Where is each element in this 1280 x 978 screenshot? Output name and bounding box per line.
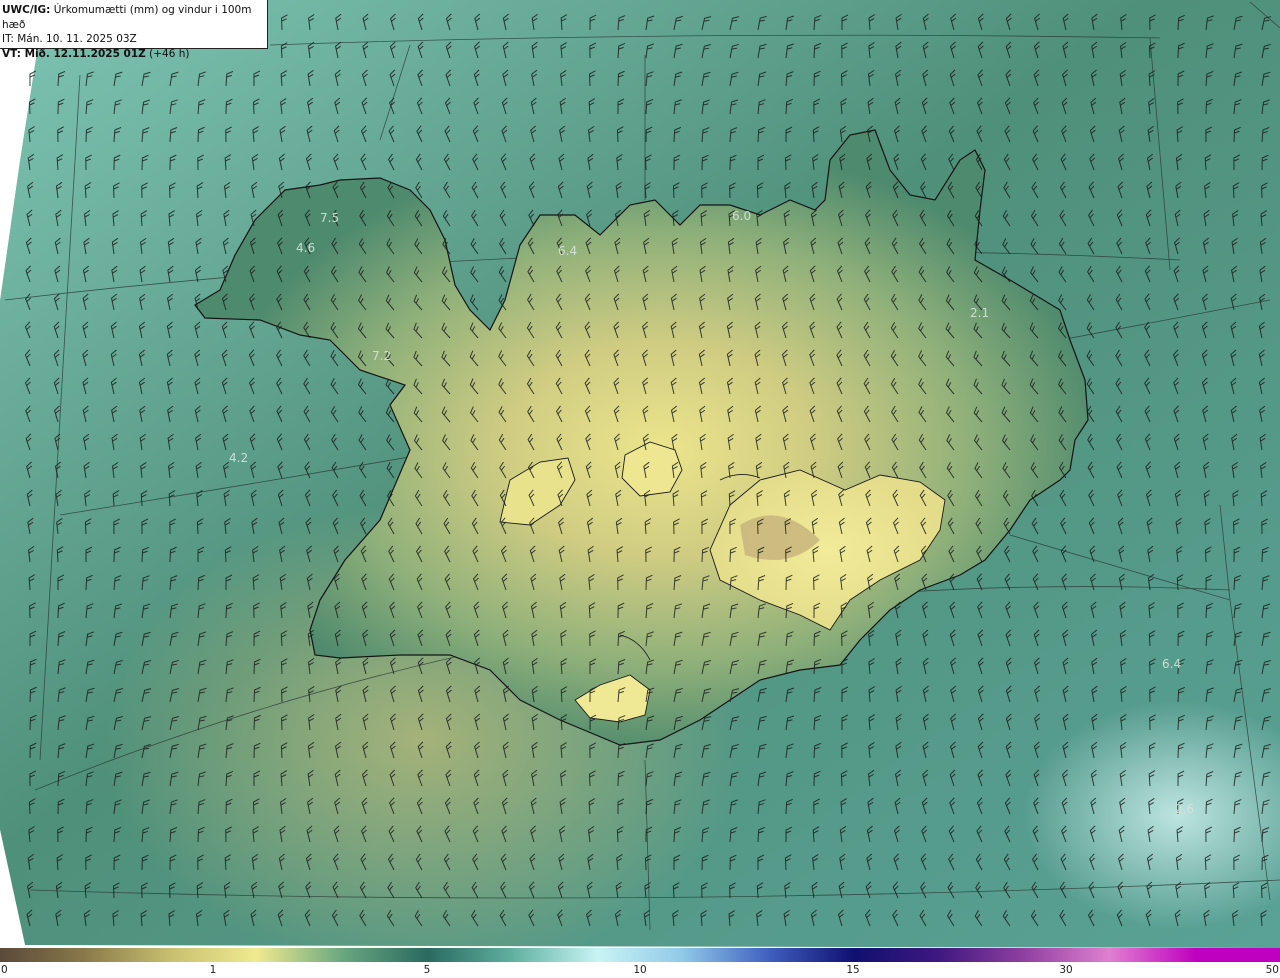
colorbar-tick-label: 15 — [846, 964, 860, 976]
colorbar-segment — [341, 948, 428, 962]
map-label: 4.6 — [296, 241, 315, 255]
map-label: 2.6 — [1175, 802, 1194, 816]
weather-map: 7.5 4.6 6.4 6.0 2.1 7.2 4.2 6.4 2.6 — [0, 0, 1280, 948]
colorbar-segment — [85, 948, 172, 962]
map-label: 4.2 — [229, 451, 248, 465]
colorbar-ticks: 0 1 5 10 15 30 50 — [0, 962, 1280, 978]
colorbar-segment — [1024, 948, 1111, 962]
colorbar-tick-label: 30 — [1059, 964, 1073, 976]
colorbar-segment — [0, 948, 87, 962]
map-info-box: UWC/IG: Úrkomumætti (mm) og vindur i 100… — [0, 0, 268, 60]
colorbar-segment — [597, 948, 684, 962]
product-code: UWC/IG: — [2, 4, 51, 16]
colorbar-segment — [853, 948, 940, 962]
map-label: 6.0 — [732, 209, 751, 223]
colorbar-tick-label: 10 — [633, 964, 647, 976]
colorbar-segment — [768, 948, 855, 962]
map-label: 6.4 — [1162, 657, 1181, 671]
lead-time: (+46 h) — [149, 47, 190, 60]
map-label: 7.2 — [372, 349, 391, 363]
map-label: 7.5 — [320, 211, 339, 225]
colorbar-segment — [426, 948, 513, 962]
colorbar-segment — [512, 948, 599, 962]
precipitation-colorbar — [0, 948, 1280, 962]
map-label: 6.4 — [558, 244, 577, 258]
colorbar-segment — [938, 948, 1025, 962]
colorbar-tick-label: 0 — [1, 964, 8, 976]
valid-line: VT: Mið. 12.11.2025 01Z (+46 h) — [2, 47, 267, 62]
colorbar-tick-label: 50 — [1265, 964, 1279, 976]
map-label: 2.1 — [970, 306, 989, 320]
colorbar-segment — [682, 948, 769, 962]
colorbar-segment — [1109, 948, 1196, 962]
colorbar-segment — [256, 948, 343, 962]
colorbar-segment — [170, 948, 257, 962]
colorbar-segment — [1194, 948, 1280, 962]
colorbar-tick-label: 5 — [423, 964, 431, 976]
init-time: IT: Mán. 10. 11. 2025 03Z — [2, 33, 137, 45]
colorbar-tick-label: 1 — [209, 964, 217, 976]
valid-time: VT: Mið. 12.11.2025 01Z — [2, 47, 146, 60]
product-line: UWC/IG: Úrkomumætti (mm) og vindur i 100… — [2, 3, 267, 32]
